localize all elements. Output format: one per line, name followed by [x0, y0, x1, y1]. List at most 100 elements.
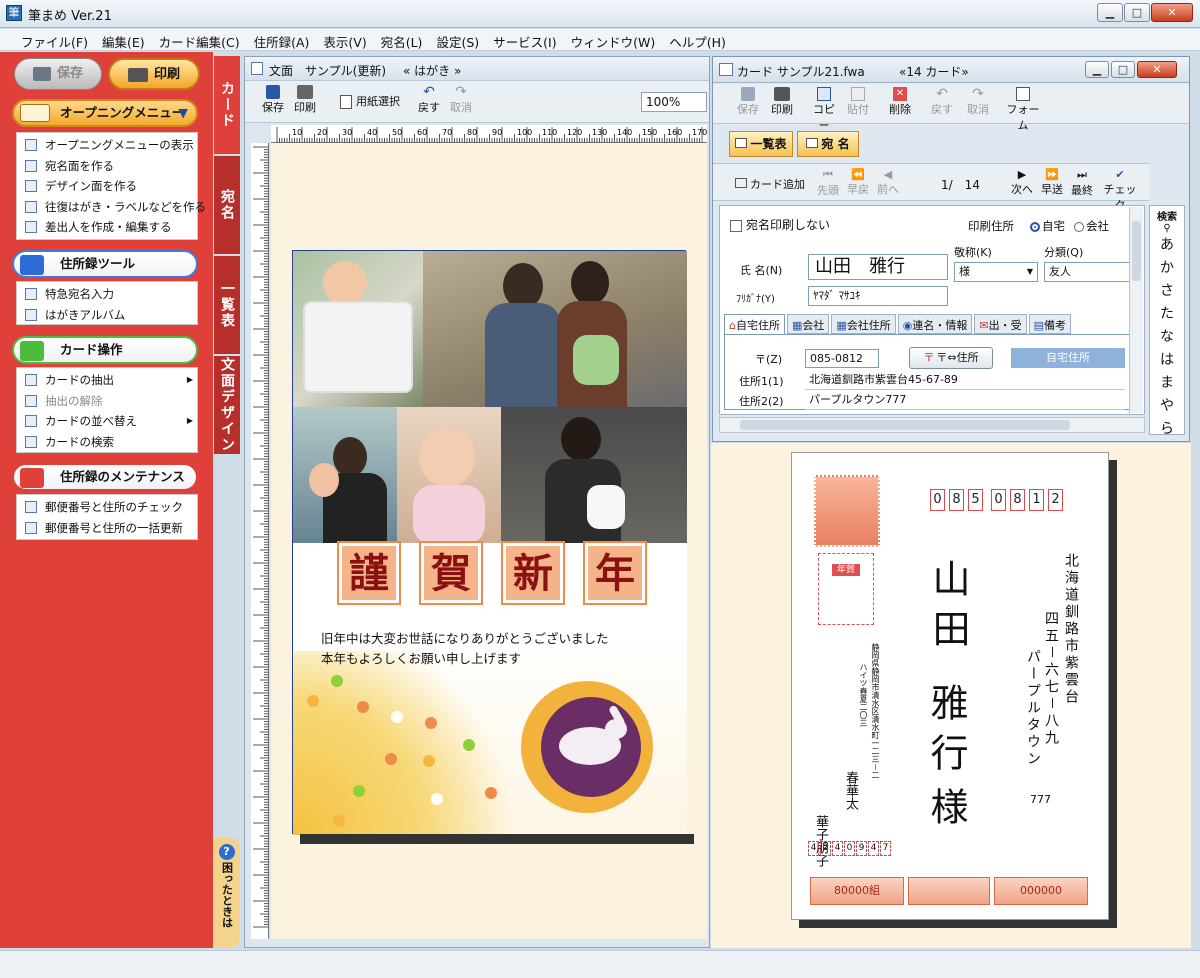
list-button[interactable]: 一覧表 [729, 131, 793, 157]
kana-ha[interactable]: は [1150, 349, 1184, 372]
menu-item-zip-check[interactable]: 郵便番号と住所のチェック [17, 497, 197, 518]
add-card-button[interactable]: カード追加 [733, 176, 807, 192]
doc-print-button[interactable]: 印刷 [291, 85, 319, 115]
maximize-button[interactable]: □ [1124, 3, 1150, 22]
tab-home-address[interactable]: ⌂自宅住所 [724, 314, 785, 334]
address-tools-header[interactable]: 住所録ツール [12, 250, 198, 278]
help-tab[interactable]: ? 困ったときは [213, 838, 240, 948]
card-icon [719, 63, 733, 76]
group-field[interactable]: 友人 [1044, 262, 1130, 282]
menu-address[interactable]: 宛名(L) [374, 29, 430, 50]
menu-settings[interactable]: 設定(S) [429, 29, 486, 50]
card-horizontal-scrollbar[interactable] [719, 417, 1145, 433]
no-print-checkbox[interactable]: 宛名印刷しない [730, 216, 830, 233]
last-card-button[interactable]: ⏭ 最終 [1069, 168, 1095, 198]
card-vertical-scrollbar[interactable] [1129, 207, 1143, 413]
card-close-button[interactable]: ✕ [1137, 61, 1177, 78]
zip-digit-box: 5 [968, 489, 983, 511]
close-button[interactable]: ✕ [1151, 3, 1193, 22]
photo-family[interactable] [423, 251, 687, 407]
doc-save-button[interactable]: 保存 [259, 85, 287, 115]
kana-field[interactable]: ﾔﾏﾀﾞ ﾏｻﾕｷ [808, 286, 948, 306]
menu-view[interactable]: 表示(V) [316, 29, 373, 50]
building-icon: ▦ [836, 319, 847, 332]
zip-convert-button[interactable]: 〒〒⇔住所 [909, 347, 993, 369]
rabbit-medallion[interactable] [521, 681, 653, 813]
menu-item-sort[interactable]: カードの並べ替え ▶ [17, 411, 197, 432]
name-field[interactable]: 山田 雅行 [808, 254, 948, 280]
card-minimize-button[interactable]: ▁ [1085, 61, 1109, 78]
menu-card-edit[interactable]: カード編集(C) [152, 29, 247, 50]
zip-digit-box: 0 [930, 489, 945, 511]
tab-sent-received[interactable]: ✉出・受 [974, 314, 1027, 334]
photo-father-baby[interactable] [501, 407, 687, 561]
radio-company[interactable]: 会社 [1074, 218, 1109, 234]
kana-ya[interactable]: や [1150, 395, 1184, 418]
card-form-button[interactable]: フォーム [1003, 87, 1043, 133]
doc-undo-button[interactable]: ↶ 戻す [415, 85, 443, 115]
photo-smiling-baby[interactable] [397, 407, 501, 561]
menu-file[interactable]: ファイル(F) [14, 29, 95, 50]
tab-company[interactable]: ▦会社 [786, 314, 830, 334]
address-button[interactable]: 宛 名 [797, 131, 859, 157]
kana-a[interactable]: あ [1150, 234, 1184, 257]
menu-window[interactable]: ウィンドウ(W) [564, 29, 663, 50]
kana-ta[interactable]: た [1150, 303, 1184, 326]
photo-baby-basket[interactable] [293, 251, 423, 407]
maintenance-header[interactable]: 住所録のメンテナンス [12, 463, 198, 491]
tab-notes[interactable]: ▤備考 [1028, 314, 1072, 334]
tab-joint-names[interactable]: ◉連名・情報 [897, 314, 973, 334]
app-icon: 筆 [6, 5, 22, 21]
menu-item-search[interactable]: カードの検索 [17, 432, 197, 453]
tab-card[interactable]: カード [214, 56, 240, 154]
address2-field[interactable]: パープルタウン777 [805, 391, 1125, 410]
next-card-button[interactable]: ▶ 次へ [1009, 168, 1035, 197]
kana-sa[interactable]: さ [1150, 280, 1184, 303]
print-button[interactable]: 印刷 [108, 58, 200, 90]
menu-item-postcard-album[interactable]: はがきアルバム [17, 305, 197, 326]
minimize-button[interactable]: ▁ [1097, 3, 1123, 22]
zoom-field[interactable]: 100% [641, 92, 707, 112]
menu-service[interactable]: サービス(I) [486, 29, 563, 50]
next-icon: ▶ [1017, 168, 1027, 181]
design-page[interactable]: 謹 賀 新 年 旧年中は大変お世話になりありがとうございました 本年もよろしくお… [292, 250, 687, 835]
card-maximize-button[interactable]: □ [1111, 61, 1135, 78]
card-copy-button[interactable]: コピー [809, 87, 839, 133]
honorific-select[interactable]: 様 ▼ [954, 262, 1038, 282]
photo-mother-baby[interactable] [293, 407, 397, 561]
kana-ma[interactable]: ま [1150, 372, 1184, 395]
menu-item-express-input[interactable]: 特急宛名入力 [17, 284, 197, 305]
tab-design[interactable]: 文面デザイン [214, 356, 240, 454]
address1-field[interactable]: 北海道釧路市紫雲台45-67-89 [805, 371, 1125, 390]
menu-item-design-side[interactable]: デザイン面を作る [17, 176, 197, 197]
zip-field[interactable]: 085-0812 [805, 349, 879, 368]
fast-forward-button[interactable]: ⏩ 早送 [1039, 168, 1065, 197]
card-ops-header[interactable]: カード操作 [12, 336, 198, 364]
kana-ra[interactable]: ら [1150, 418, 1184, 441]
menu-item-zip-update[interactable]: 郵便番号と住所の一括更新 [17, 518, 197, 539]
tab-list[interactable]: 一覧表 [214, 256, 240, 354]
menu-item-address-side[interactable]: 宛名面を作る [17, 156, 197, 177]
menu-item-return-postcard[interactable]: 往復はがき・ラベルなどを作る [17, 197, 206, 218]
radio-home[interactable]: 自宅 [1030, 218, 1065, 234]
kana-na[interactable]: な [1150, 326, 1184, 349]
card-print-button[interactable]: 印刷 [767, 87, 797, 117]
paper-select-button[interactable]: 用紙選択 [331, 93, 409, 109]
dropdown-arrow-icon: ▼ [1026, 267, 1033, 276]
tab-address[interactable]: 宛名 [214, 156, 240, 254]
tab-company-address[interactable]: ▦会社住所 [831, 314, 896, 334]
card-delete-button[interactable]: ✕ 削除 [885, 87, 915, 117]
menu-item-sender[interactable]: 差出人を作成・編集する [17, 217, 197, 238]
left-sidebar: 保存 印刷 オープニングメニュー ▼ オープニングメニューの表示 宛名面を作る … [0, 52, 213, 948]
menu-help[interactable]: ヘルプ(H) [662, 29, 733, 50]
menu-edit[interactable]: 編集(E) [95, 29, 152, 50]
menu-address-book[interactable]: 住所録(A) [247, 29, 317, 50]
save-button[interactable]: 保存 [14, 58, 102, 90]
address-card-icon [806, 138, 819, 148]
ruler-label: 110 [542, 128, 557, 137]
opening-menu-header[interactable]: オープニングメニュー ▼ [12, 99, 198, 127]
kana-ka[interactable]: か [1150, 257, 1184, 280]
menu-item-opening[interactable]: オープニングメニューの表示 [17, 135, 197, 156]
address-postcard[interactable]: 年賀 0850812 北海道釧路市紫雲台 四五－六七－八九 パープルタウン 77… [791, 452, 1109, 920]
menu-item-extract[interactable]: カードの抽出 ▶ [17, 370, 197, 391]
